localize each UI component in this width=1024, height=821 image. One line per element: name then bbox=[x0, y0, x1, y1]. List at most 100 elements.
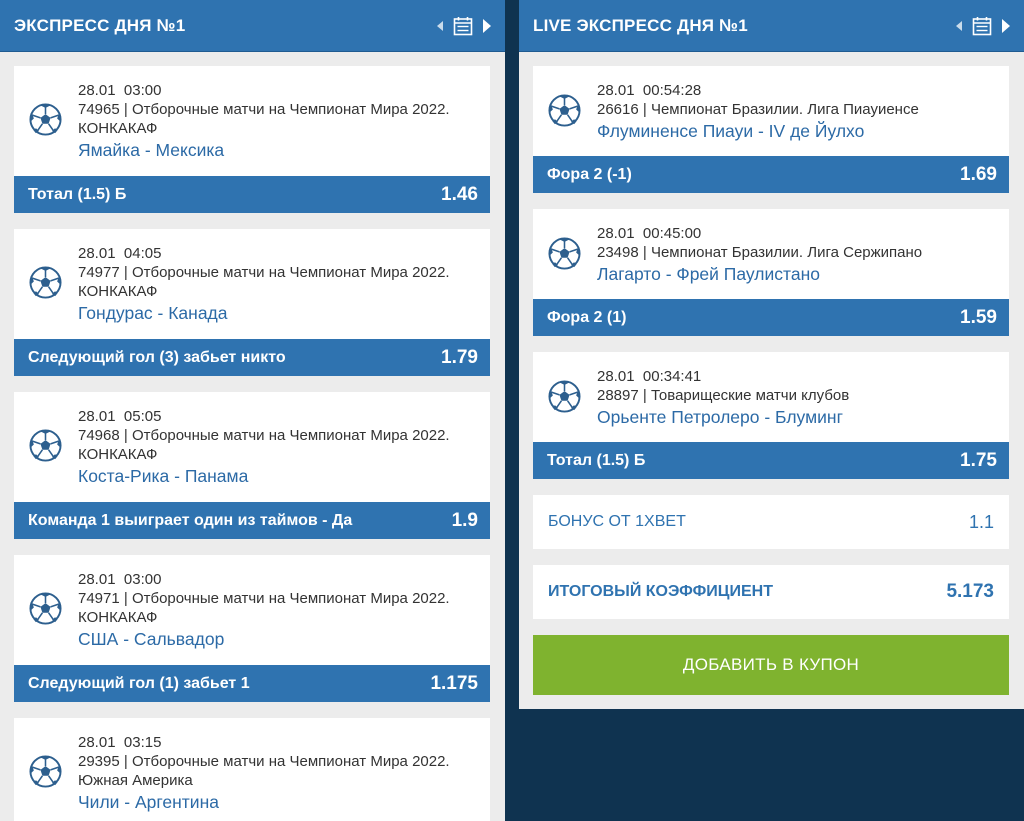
event-time: 03:00 bbox=[123, 82, 162, 99]
football-icon bbox=[548, 94, 581, 127]
event-card: 28.01 03:00 74971 | Отборочные матчи на … bbox=[14, 555, 490, 702]
bet-odd: 1.75 bbox=[960, 449, 997, 471]
bet-bar[interactable]: Фора 2 (1) 1.59 bbox=[533, 299, 1009, 336]
event-time: 00:54:28 bbox=[642, 82, 702, 99]
football-icon bbox=[29, 755, 62, 788]
football-icon bbox=[29, 429, 62, 462]
bet-label: Фора 2 (-1) bbox=[547, 165, 632, 183]
event-datetime: 28.01 03:00 bbox=[78, 570, 490, 589]
event-time: 05:05 bbox=[123, 408, 162, 425]
bet-label: Следующий гол (1) забьет 1 bbox=[28, 674, 250, 692]
event-date: 28.01 bbox=[78, 734, 116, 751]
bet-odd: 1.59 bbox=[960, 306, 997, 328]
event-teams-link[interactable]: Лагарто - Фрей Паулистано bbox=[597, 263, 1009, 285]
header-controls bbox=[437, 16, 491, 36]
bonus-row: БОНУС ОТ 1XBET 1.1 bbox=[533, 495, 1009, 549]
event-card: 28.01 00:45:00 23498 | Чемпионат Бразили… bbox=[533, 209, 1009, 336]
bonus-value: 1.1 bbox=[968, 511, 994, 532]
event-info: 28.01 00:34:41 28897 | Товарищеские матч… bbox=[533, 352, 1009, 442]
event-card: 28.01 00:34:41 28897 | Товарищеские матч… bbox=[533, 352, 1009, 479]
event-league: 29395 | Отборочные матчи на Чемпионат Ми… bbox=[78, 753, 450, 789]
event-date: 28.01 bbox=[78, 245, 116, 262]
event-card: 28.01 04:05 74977 | Отборочные матчи на … bbox=[14, 229, 490, 376]
football-icon bbox=[548, 380, 581, 413]
event-info: 28.01 03:00 74971 | Отборочные матчи на … bbox=[14, 555, 490, 665]
event-datetime: 28.01 00:54:28 bbox=[597, 81, 1009, 100]
event-date: 28.01 bbox=[78, 82, 116, 99]
event-info: 28.01 00:45:00 23498 | Чемпионат Бразили… bbox=[533, 209, 1009, 299]
event-time: 03:15 bbox=[123, 734, 162, 751]
add-to-coupon-button[interactable]: ДОБАВИТЬ В КУПОН bbox=[533, 635, 1009, 695]
bet-odd: 1.175 bbox=[430, 672, 478, 694]
calendar-icon[interactable] bbox=[453, 16, 473, 36]
total-odds-label: ИТОГОВЫЙ КОЭФФИЦИЕНТ bbox=[548, 583, 773, 600]
calendar-icon[interactable] bbox=[972, 16, 992, 36]
chevron-right-icon[interactable] bbox=[483, 18, 491, 33]
bet-label: Тотал (1.5) Б bbox=[28, 185, 127, 203]
chevron-left-icon[interactable] bbox=[437, 20, 443, 31]
panel-header: LIVE ЭКСПРЕСС ДНЯ №1 bbox=[519, 0, 1024, 52]
event-teams-link[interactable]: Гондурас - Канада bbox=[78, 302, 490, 324]
express-panel: ЭКСПРЕСС ДНЯ №1 28.01 03:00 74965 | Отбо… bbox=[0, 0, 505, 821]
event-teams-link[interactable]: Чили - Аргентина bbox=[78, 791, 490, 813]
event-date: 28.01 bbox=[78, 408, 116, 425]
header-controls bbox=[956, 16, 1010, 36]
event-card: 28.01 05:05 74968 | Отборочные матчи на … bbox=[14, 392, 490, 539]
bet-bar[interactable]: Команда 1 выиграет один из таймов - Да 1… bbox=[14, 502, 490, 539]
football-icon bbox=[29, 103, 62, 136]
bet-odd: 1.69 bbox=[960, 163, 997, 185]
panel-title: ЭКСПРЕСС ДНЯ №1 bbox=[14, 15, 186, 35]
event-league: 74965 | Отборочные матчи на Чемпионат Ми… bbox=[78, 101, 450, 137]
bet-label: Команда 1 выиграет один из таймов - Да bbox=[28, 511, 353, 529]
panel-title: LIVE ЭКСПРЕСС ДНЯ №1 bbox=[533, 15, 748, 35]
event-info: 28.01 03:00 74965 | Отборочные матчи на … bbox=[14, 66, 490, 176]
bet-odd: 1.46 bbox=[441, 183, 478, 205]
event-datetime: 28.01 00:34:41 bbox=[597, 367, 1009, 386]
event-date: 28.01 bbox=[597, 82, 635, 99]
panel-header: ЭКСПРЕСС ДНЯ №1 bbox=[0, 0, 505, 52]
event-teams-link[interactable]: Орьенте Петролеро - Блуминг bbox=[597, 406, 1009, 428]
live-event-list: 28.01 00:54:28 26616 | Чемпионат Бразили… bbox=[533, 66, 1009, 695]
bet-odd: 1.79 bbox=[441, 346, 478, 368]
event-card: 28.01 00:54:28 26616 | Чемпионат Бразили… bbox=[533, 66, 1009, 193]
event-time: 00:45:00 bbox=[642, 225, 702, 242]
event-league: 28897 | Товарищеские матчи клубов bbox=[597, 387, 850, 404]
bet-bar[interactable]: Тотал (1.5) Б 1.75 bbox=[533, 442, 1009, 479]
event-list: 28.01 03:00 74965 | Отборочные матчи на … bbox=[14, 66, 490, 821]
event-datetime: 28.01 03:00 bbox=[78, 81, 490, 100]
event-date: 28.01 bbox=[78, 571, 116, 588]
football-icon bbox=[548, 237, 581, 270]
total-odds-value: 5.173 bbox=[946, 581, 994, 602]
event-teams-link[interactable]: США - Сальвадор bbox=[78, 628, 490, 650]
chevron-right-icon[interactable] bbox=[1002, 18, 1010, 33]
chevron-left-icon[interactable] bbox=[956, 20, 962, 31]
event-league: 74971 | Отборочные матчи на Чемпионат Ми… bbox=[78, 590, 450, 626]
bet-bar[interactable]: Следующий гол (1) забьет 1 1.175 bbox=[14, 665, 490, 702]
bet-bar[interactable]: Фора 2 (-1) 1.69 bbox=[533, 156, 1009, 193]
event-date: 28.01 bbox=[597, 368, 635, 385]
event-league: 26616 | Чемпионат Бразилии. Лига Пиауиен… bbox=[597, 101, 919, 118]
event-info: 28.01 03:15 29395 | Отборочные матчи на … bbox=[14, 718, 490, 821]
bet-bar[interactable]: Следующий гол (3) забьет никто 1.79 bbox=[14, 339, 490, 376]
event-datetime: 28.01 05:05 bbox=[78, 407, 490, 426]
event-league: 74977 | Отборочные матчи на Чемпионат Ми… bbox=[78, 264, 450, 300]
bet-odd: 1.9 bbox=[451, 509, 478, 531]
football-icon bbox=[29, 266, 62, 299]
bet-label: Фора 2 (1) bbox=[547, 308, 627, 326]
event-date: 28.01 bbox=[597, 225, 635, 242]
event-card: 28.01 03:00 74965 | Отборочные матчи на … bbox=[14, 66, 490, 213]
event-league: 74968 | Отборочные матчи на Чемпионат Ми… bbox=[78, 427, 450, 463]
event-time: 03:00 bbox=[123, 571, 162, 588]
event-teams-link[interactable]: Ямайка - Мексика bbox=[78, 139, 490, 161]
bet-bar[interactable]: Тотал (1.5) Б 1.46 bbox=[14, 176, 490, 213]
live-express-panel: LIVE ЭКСПРЕСС ДНЯ №1 28.01 00:54:28 2661… bbox=[519, 0, 1024, 709]
event-datetime: 28.01 00:45:00 bbox=[597, 224, 1009, 243]
event-teams-link[interactable]: Коста-Рика - Панама bbox=[78, 465, 490, 487]
event-info: 28.01 04:05 74977 | Отборочные матчи на … bbox=[14, 229, 490, 339]
event-time: 04:05 bbox=[123, 245, 162, 262]
event-teams-link[interactable]: Флуминенсе Пиауи - IV де Йулхо bbox=[597, 120, 1009, 142]
bet-label: Тотал (1.5) Б bbox=[547, 451, 646, 469]
football-icon bbox=[29, 592, 62, 625]
event-card: 28.01 03:15 29395 | Отборочные матчи на … bbox=[14, 718, 490, 821]
bet-label: Следующий гол (3) забьет никто bbox=[28, 348, 286, 366]
